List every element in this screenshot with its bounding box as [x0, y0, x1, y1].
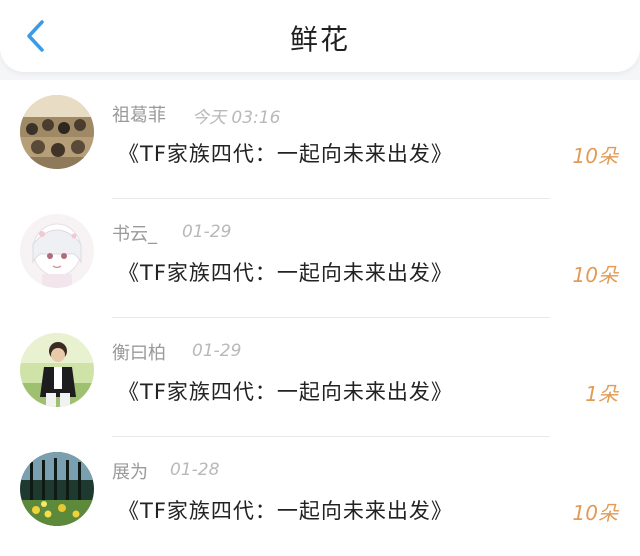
- garden-photo-avatar[interactable]: [20, 452, 94, 526]
- gift-time: 01-29: [182, 222, 232, 242]
- gift-time: 今天 03:16: [192, 108, 281, 128]
- page-title: 鲜花: [289, 23, 350, 56]
- flower-gift-list: 祖葛菲 今天 03:16 《TF家族四代：一起向未来出发》 10朵 书云_ 01…: [0, 80, 640, 556]
- list-item[interactable]: 祖葛菲 今天 03:16 《TF家族四代：一起向未来出发》 10朵: [0, 80, 640, 199]
- flower-count: 10朵: [572, 144, 618, 168]
- user-name[interactable]: 祖葛菲: [112, 101, 166, 127]
- list-item[interactable]: 展为 01-28 《TF家族四代：一起向未来出发》 10朵: [0, 437, 640, 556]
- flower-count: 1朵: [585, 382, 618, 406]
- list-item[interactable]: 书云_ 01-29 《TF家族四代：一起向未来出发》 10朵: [0, 199, 640, 318]
- gift-time: 01-28: [170, 460, 220, 480]
- gift-message: 《TF家族四代：一起向未来出发》: [118, 499, 453, 523]
- gift-message: 《TF家族四代：一起向未来出发》: [118, 380, 453, 404]
- user-name[interactable]: 展为: [112, 458, 148, 484]
- list-item[interactable]: 衡曰柏 01-29 《TF家族四代：一起向未来出发》 1朵: [0, 318, 640, 437]
- top-bar: 鲜花: [0, 0, 640, 72]
- gift-time: 01-29: [192, 341, 242, 361]
- anime-girl-avatar[interactable]: [20, 214, 94, 288]
- flower-count: 10朵: [572, 501, 618, 525]
- user-name[interactable]: 书云_: [112, 220, 157, 246]
- boy-photo-avatar[interactable]: [20, 333, 94, 407]
- flower-count: 10朵: [572, 263, 618, 287]
- user-name[interactable]: 衡曰柏: [112, 339, 166, 365]
- gift-message: 《TF家族四代：一起向未来出发》: [118, 261, 453, 285]
- gift-message: 《TF家族四代：一起向未来出发》: [118, 142, 453, 166]
- crowd-photo-avatar[interactable]: [20, 95, 94, 169]
